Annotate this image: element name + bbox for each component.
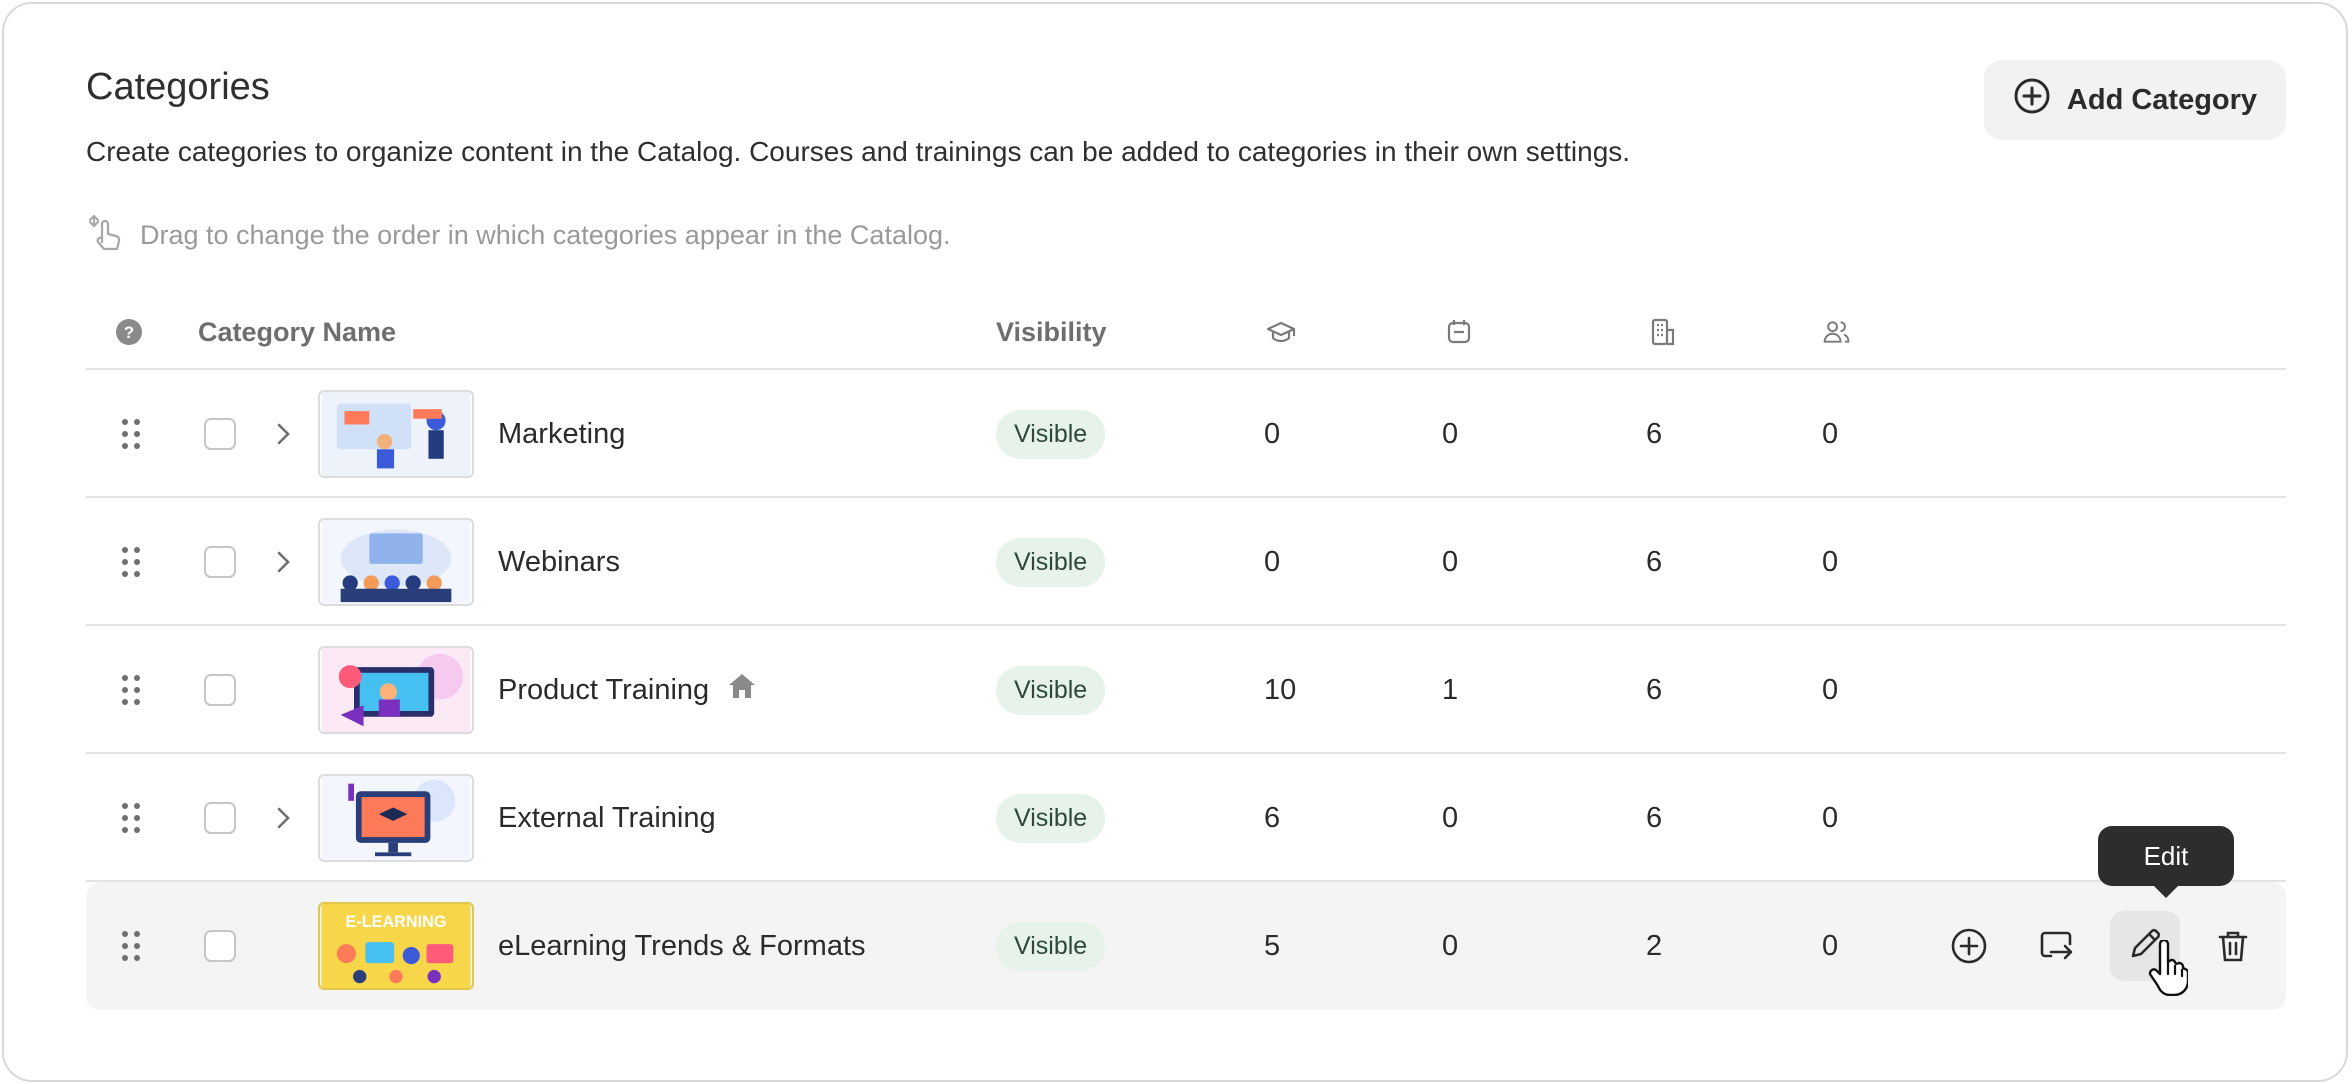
calendar-icon <box>1444 294 1474 370</box>
courses-count: 10 <box>1264 673 1297 706</box>
row-checkbox[interactable] <box>204 370 236 498</box>
users-count: 0 <box>1822 417 1839 450</box>
row-checkbox[interactable] <box>204 626 236 754</box>
trainings-count: 0 <box>1442 801 1459 834</box>
category-thumbnail <box>318 754 474 882</box>
status-badge: Visible <box>996 409 1106 459</box>
drag-handle-icon[interactable] <box>120 370 142 498</box>
users-count: 0 <box>1822 801 1839 834</box>
home-icon <box>727 671 757 709</box>
users-count: 0 <box>1822 673 1839 706</box>
chevron-right-icon[interactable] <box>272 370 294 498</box>
status-badge: Visible <box>996 665 1106 715</box>
drag-hint-text: Drag to change the order in which catego… <box>140 220 951 250</box>
category-name[interactable]: External Training <box>498 754 716 882</box>
table-row[interactable]: Webinars Visible 0 0 6 0 <box>86 498 2286 626</box>
table-row[interactable]: External Training Visible 6 0 6 0 <box>86 754 2286 882</box>
category-thumbnail <box>318 498 474 626</box>
drag-handle-icon[interactable] <box>120 498 142 626</box>
courses-count: 0 <box>1264 545 1281 578</box>
table-row[interactable]: Marketing Visible 0 0 6 0 <box>86 370 2286 498</box>
category-name[interactable]: Product Training <box>498 674 709 707</box>
status-badge: Visible <box>996 793 1106 843</box>
chevron-right-icon[interactable] <box>272 498 294 626</box>
buildings-count: 6 <box>1646 673 1663 706</box>
column-visibility[interactable]: Visibility <box>996 294 1107 370</box>
status-badge: Visible <box>996 537 1106 587</box>
users-count: 0 <box>1822 545 1839 578</box>
trainings-count: 1 <box>1442 673 1459 706</box>
drag-handle-icon[interactable] <box>120 626 142 754</box>
plus-circle-icon <box>2013 77 2051 123</box>
buildings-count: 6 <box>1646 417 1663 450</box>
table-row[interactable]: Product Training Visible 10 1 6 0 <box>86 626 2286 754</box>
help-icon[interactable]: ? <box>114 294 144 370</box>
courses-count: 0 <box>1264 417 1281 450</box>
category-thumbnail <box>318 626 474 754</box>
graduation-cap-icon <box>1266 294 1296 370</box>
category-name-cell: Product Training <box>498 626 757 754</box>
hand-cursor-icon <box>2148 940 2188 996</box>
drag-handle-icon[interactable] <box>120 754 142 882</box>
drag-hint: Drag to change the order in which catego… <box>86 212 951 259</box>
add-category-label: Add Category <box>2066 83 2258 116</box>
page-subtitle: Create categories to organize content in… <box>86 136 1631 167</box>
buildings-count: 6 <box>1646 801 1663 834</box>
category-thumbnail <box>318 370 474 498</box>
plus-circle-icon[interactable] <box>1934 911 2004 981</box>
building-icon <box>1648 294 1678 370</box>
table-row[interactable]: E-LEARNING eLearning Trends & Formats Vi… <box>86 882 2286 1010</box>
trash-icon[interactable] <box>2198 911 2268 981</box>
column-category-name[interactable]: Category Name <box>198 294 396 370</box>
row-checkbox[interactable] <box>204 754 236 882</box>
table-header: ? Category Name Visibility <box>86 294 2286 370</box>
move-icon[interactable] <box>2022 911 2092 981</box>
category-name[interactable]: Webinars <box>498 498 620 626</box>
trainings-count: 0 <box>1442 545 1459 578</box>
chevron-right-icon[interactable] <box>272 754 294 882</box>
courses-count: 6 <box>1264 801 1281 834</box>
add-category-button[interactable]: Add Category <box>1984 60 2286 140</box>
svg-text:?: ? <box>124 323 134 342</box>
category-name[interactable]: Marketing <box>498 370 625 498</box>
buildings-count: 6 <box>1646 545 1663 578</box>
row-checkbox[interactable] <box>204 498 236 626</box>
edit-tooltip: Edit <box>2098 826 2234 898</box>
drag-hand-icon <box>86 212 124 259</box>
row-actions <box>86 882 2286 1010</box>
trainings-count: 0 <box>1442 417 1459 450</box>
users-icon <box>1822 294 1852 370</box>
page-title: Categories <box>86 66 270 108</box>
categories-card: Categories Create categories to organize… <box>2 2 2348 1082</box>
